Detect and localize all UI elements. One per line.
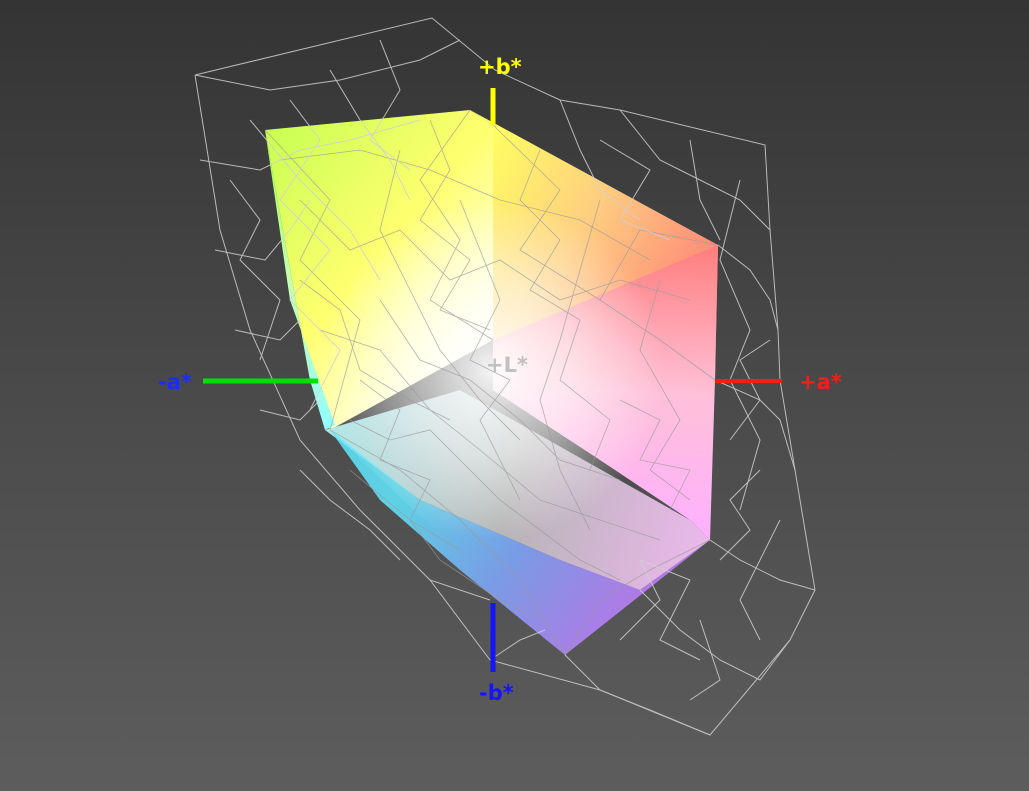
axis-label-minus-a: -a* bbox=[158, 370, 192, 394]
gamut-volume-plot: +b* -b* +a* -a* +L* bbox=[158, 17, 842, 736]
axis-label-plus-L: +L* bbox=[486, 353, 528, 377]
axis-label-plus-a: +a* bbox=[799, 370, 842, 394]
measured-gamut-volume bbox=[265, 110, 718, 655]
axis-label-plus-b: +b* bbox=[478, 55, 522, 79]
gamut-white-point-glow bbox=[265, 110, 718, 655]
gamut-3d-viewport[interactable]: +b* -b* +a* -a* +L* bbox=[0, 0, 1029, 791]
axis-label-minus-b: -b* bbox=[479, 681, 514, 705]
